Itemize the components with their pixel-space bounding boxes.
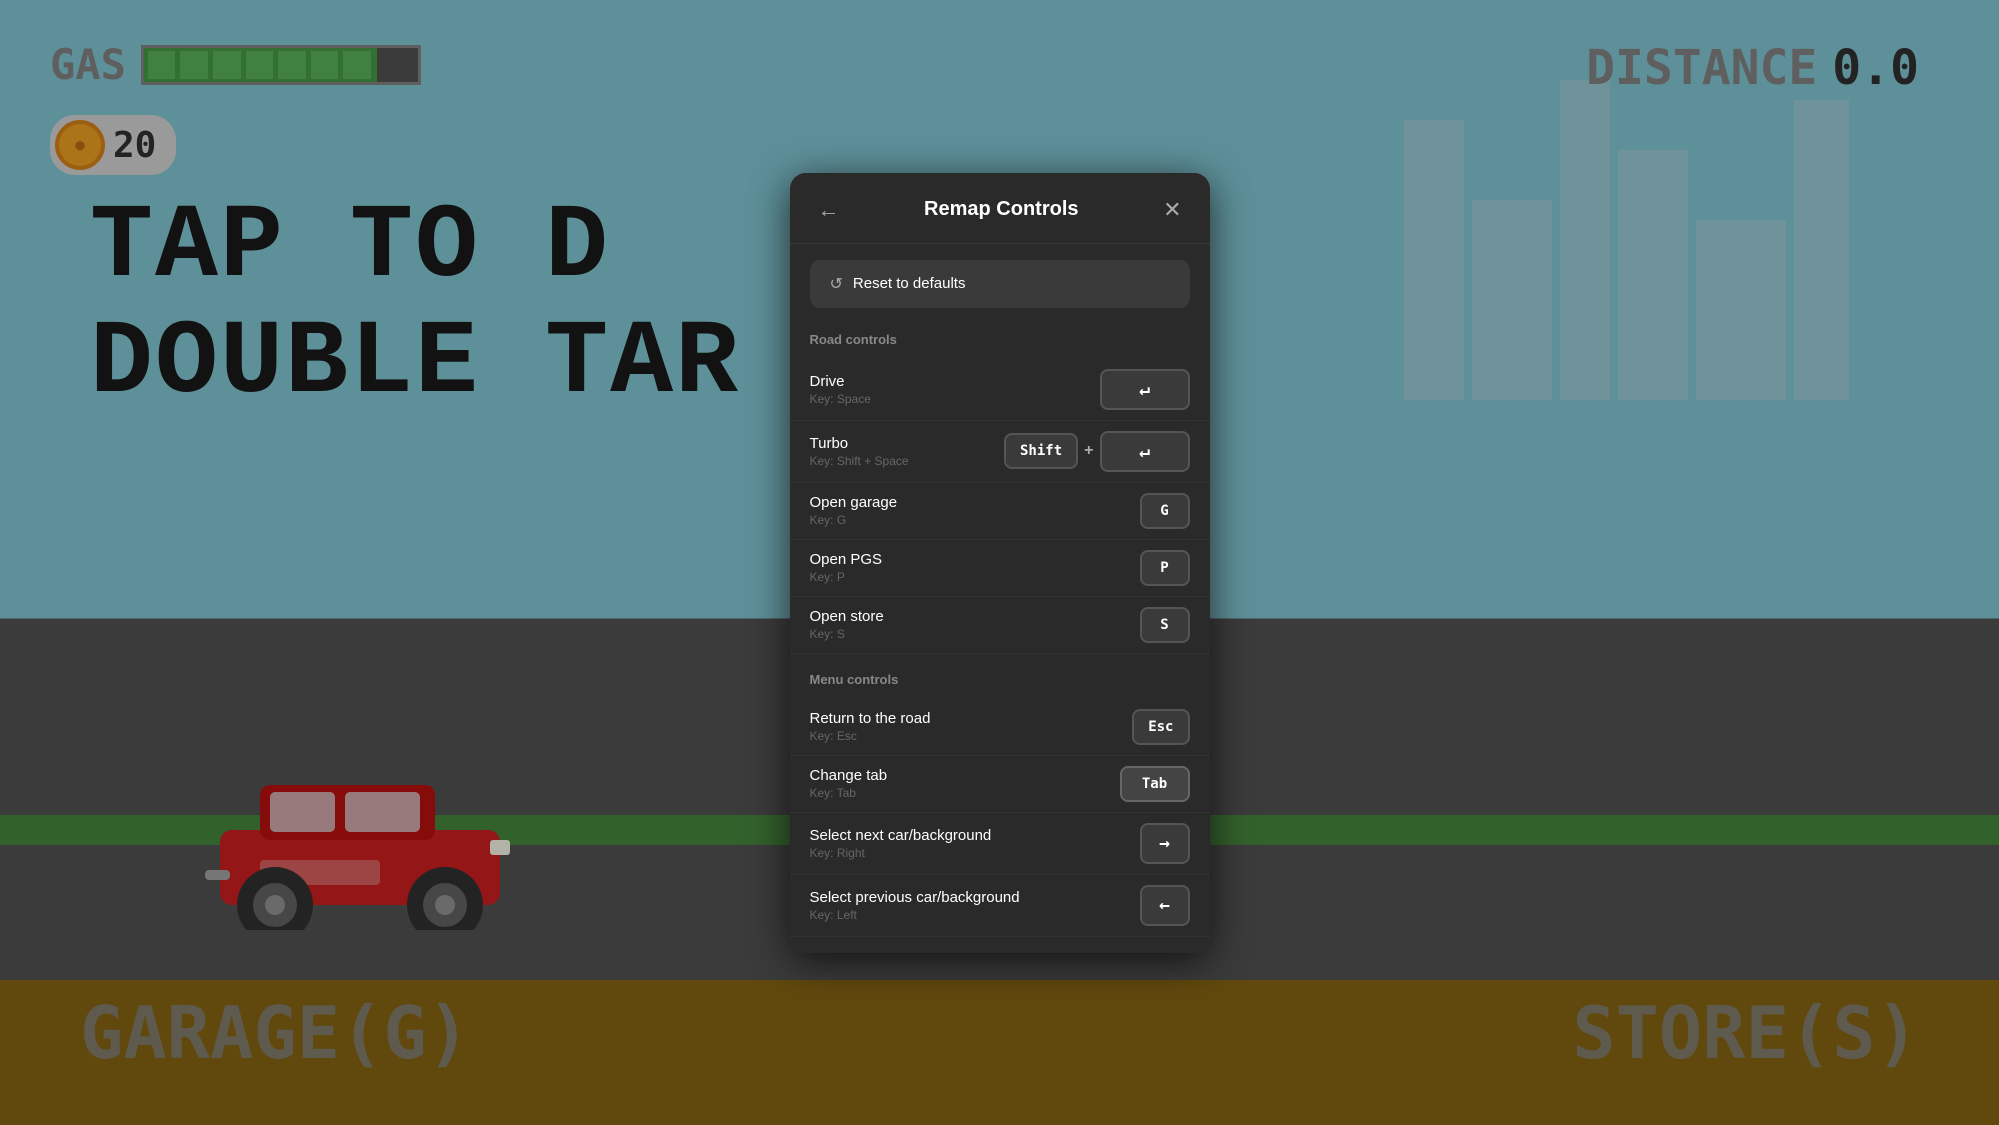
control-keys-next-car: → (1140, 823, 1190, 864)
control-key-next-car: Key: Right (810, 846, 992, 860)
control-info-turbo: Turbo Key: Shift + Space (810, 435, 909, 468)
control-key-drive: Key: Space (810, 392, 871, 406)
key-btn-store-s[interactable]: S (1140, 607, 1190, 643)
control-keys-prev-car: ← (1140, 885, 1190, 926)
key-btn-turbo-shift[interactable]: Shift (1004, 433, 1078, 469)
control-row-store: Open store Key: S S (790, 597, 1210, 654)
key-btn-tab-tab[interactable]: Tab (1120, 766, 1190, 802)
control-row-garage: Open garage Key: G G (790, 483, 1210, 540)
control-keys-turbo: Shift + ↵ (1004, 431, 1190, 472)
control-row-return: Return to the road Key: Esc Esc (790, 699, 1210, 756)
close-button[interactable]: ✕ (1155, 193, 1189, 227)
control-info-store: Open store Key: S (810, 608, 884, 641)
reset-icon: ↺ (830, 274, 843, 294)
road-controls-section-label: Road controls (790, 324, 1210, 359)
control-key-store: Key: S (810, 627, 884, 641)
control-row-pgs: Open PGS Key: P P (790, 540, 1210, 597)
control-keys-store: S (1140, 607, 1190, 643)
control-name-garage: Open garage (810, 494, 898, 511)
menu-controls-section-label: Menu controls (790, 664, 1210, 699)
modal-title: Remap Controls (848, 198, 1156, 221)
key-btn-pgs-p[interactable]: P (1140, 550, 1190, 586)
remap-controls-modal: ← Remap Controls ✕ ↺ Reset to defaults R… (790, 173, 1210, 953)
key-btn-next-car-right[interactable]: → (1140, 823, 1190, 864)
control-keys-return: Esc (1132, 709, 1189, 745)
reset-defaults-button[interactable]: ↺ Reset to defaults (810, 260, 1190, 308)
modal-header: ← Remap Controls ✕ (790, 173, 1210, 244)
control-row-next-car: Select next car/background Key: Right → (790, 813, 1210, 875)
control-key-pgs: Key: P (810, 570, 883, 584)
control-name-store: Open store (810, 608, 884, 625)
key-btn-prev-car-left[interactable]: ← (1140, 885, 1190, 926)
control-keys-drive: ↵ (1100, 369, 1190, 410)
control-name-turbo: Turbo (810, 435, 909, 452)
control-row-tab: Change tab Key: Tab Tab (790, 756, 1210, 813)
control-info-garage: Open garage Key: G (810, 494, 898, 527)
control-row-drive: Drive Key: Space ↵ (790, 359, 1210, 421)
enter-icon-turbo: ↵ (1139, 441, 1150, 462)
control-name-return: Return to the road (810, 710, 931, 727)
control-name-next-car: Select next car/background (810, 827, 992, 844)
control-info-pgs: Open PGS Key: P (810, 551, 883, 584)
control-key-garage: Key: G (810, 513, 898, 527)
control-keys-garage: G (1140, 493, 1190, 529)
plus-sign: + (1084, 442, 1093, 460)
control-key-turbo: Key: Shift + Space (810, 454, 909, 468)
control-row-prev-car: Select previous car/background Key: Left… (790, 875, 1210, 937)
enter-icon: ↵ (1139, 379, 1150, 400)
control-key-tab: Key: Tab (810, 786, 888, 800)
control-keys-pgs: P (1140, 550, 1190, 586)
control-info-return: Return to the road Key: Esc (810, 710, 931, 743)
key-btn-return-esc[interactable]: Esc (1132, 709, 1189, 745)
modal-overlay: ← Remap Controls ✕ ↺ Reset to defaults R… (0, 0, 1999, 1125)
key-btn-drive-space[interactable]: ↵ (1100, 369, 1190, 410)
control-row-turbo: Turbo Key: Shift + Space Shift + ↵ (790, 421, 1210, 483)
control-key-prev-car: Key: Left (810, 908, 1020, 922)
control-info-drive: Drive Key: Space (810, 373, 871, 406)
control-name-prev-car: Select previous car/background (810, 889, 1020, 906)
control-info-next-car: Select next car/background Key: Right (810, 827, 992, 860)
control-name-tab: Change tab (810, 767, 888, 784)
reset-label: Reset to defaults (853, 275, 966, 292)
control-name-pgs: Open PGS (810, 551, 883, 568)
control-key-return: Key: Esc (810, 729, 931, 743)
key-btn-garage-g[interactable]: G (1140, 493, 1190, 529)
key-btn-turbo-space[interactable]: ↵ (1100, 431, 1190, 472)
control-name-drive: Drive (810, 373, 871, 390)
control-keys-tab: Tab (1120, 766, 1190, 802)
control-info-tab: Change tab Key: Tab (810, 767, 888, 800)
back-button[interactable]: ← (810, 193, 848, 227)
control-info-prev-car: Select previous car/background Key: Left (810, 889, 1020, 922)
